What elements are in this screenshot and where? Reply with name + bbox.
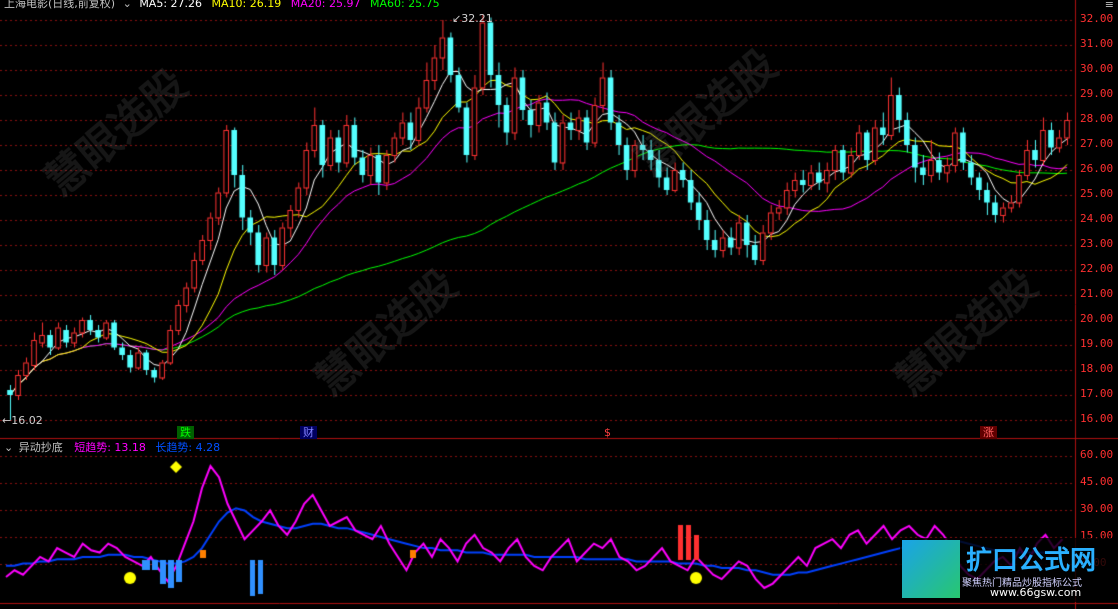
collapse-icon[interactable]: ⌄	[123, 0, 132, 10]
ma10-label: MA10: 26.19	[211, 0, 282, 10]
indicator-panel-header: ⌄ 异动抄底 短趋势: 13.18 长趋势: 4.28	[4, 441, 220, 455]
indicator-tick: 60.00	[1080, 448, 1114, 461]
price-tick: 24.00	[1080, 212, 1114, 225]
marker-dollar[interactable]: $	[601, 426, 614, 439]
logo-title: 扩口公式网	[966, 545, 1097, 575]
price-tick: 27.00	[1080, 137, 1114, 150]
short-trend-label: 短趋势: 13.18	[74, 441, 146, 454]
ma60-label: MA60: 25.75	[369, 0, 440, 10]
logo-icon	[902, 540, 960, 598]
price-panel-header: 上海电影(日线,前复权) ⌄ MA5: 27.26 MA10: 26.19 MA…	[4, 0, 440, 11]
low-price-label: ←16.02	[2, 414, 43, 427]
menu-icon[interactable]: ≡	[1105, 0, 1114, 12]
price-tick: 30.00	[1080, 62, 1114, 75]
indicator-tick: 30.00	[1080, 502, 1114, 515]
price-tick: 22.00	[1080, 262, 1114, 275]
indicator-toggle-icon[interactable]: ⌄	[4, 441, 13, 454]
price-tick: 32.00	[1080, 12, 1114, 25]
price-tick: 25.00	[1080, 187, 1114, 200]
indicator-name: 异动抄底	[18, 441, 63, 454]
price-tick: 19.00	[1080, 337, 1114, 350]
logo-url: www.66gsw.com	[990, 586, 1082, 599]
price-tick: 16.00	[1080, 412, 1114, 425]
price-tick: 23.00	[1080, 237, 1114, 250]
indicator-tick: 45.00	[1080, 475, 1114, 488]
price-tick: 18.00	[1080, 362, 1114, 375]
marker-rise[interactable]: 涨	[980, 426, 997, 439]
price-tick: 26.00	[1080, 162, 1114, 175]
stock-title: 上海电影(日线,前复权)	[4, 0, 116, 10]
ma20-label: MA20: 25.97	[290, 0, 361, 10]
price-tick: 28.00	[1080, 112, 1114, 125]
ma5-label: MA5: 27.26	[139, 0, 203, 10]
price-tick: 29.00	[1080, 87, 1114, 100]
price-tick: 21.00	[1080, 287, 1114, 300]
high-price-label: ↙32.21	[452, 12, 493, 25]
marker-finance[interactable]: 财	[300, 426, 317, 439]
price-tick: 31.00	[1080, 37, 1114, 50]
marker-fall[interactable]: 跌	[177, 426, 194, 439]
price-tick: 20.00	[1080, 312, 1114, 325]
long-trend-label: 长趋势: 4.28	[155, 441, 221, 454]
price-tick: 17.00	[1080, 387, 1114, 400]
site-logo: 扩口公式网 聚焦热门精品炒股指标公式 www.66gsw.com	[900, 538, 1118, 602]
